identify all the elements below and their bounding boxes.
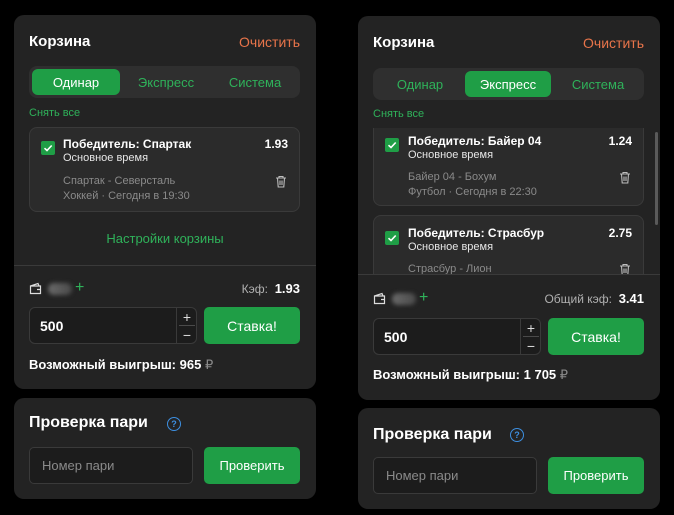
bet-odd: 2.75	[608, 226, 632, 240]
trash-icon[interactable]	[275, 175, 287, 188]
tab-single[interactable]: Одинар	[32, 69, 120, 95]
left-cart-panel: Корзина Очистить Одинар Экспресс Система…	[14, 15, 316, 389]
check-bet-button[interactable]: Проверить	[204, 447, 300, 484]
check-bet-button[interactable]: Проверить	[548, 457, 644, 494]
decrement-button[interactable]: −	[521, 337, 541, 354]
divider	[358, 274, 660, 275]
bet-type-tabs: Одинар Экспресс Система	[29, 66, 300, 98]
bet-check-title: Проверка пари	[373, 426, 492, 443]
tab-system[interactable]: Система	[554, 71, 642, 97]
place-bet-button[interactable]: Ставка!	[204, 307, 300, 344]
tab-system[interactable]: Система	[211, 69, 299, 95]
checkmark-icon	[43, 144, 53, 152]
plus-icon[interactable]: +	[419, 290, 428, 306]
bet-outcome: Победитель: Байер 04	[408, 134, 542, 148]
right-cart-panel: Корзина Очистить Одинар Экспресс Система…	[358, 16, 660, 400]
bet-event-info: Футбол · Сегодня в 22:30	[408, 186, 537, 198]
bet-card: Победитель: Страсбур Основное время 2.75…	[373, 215, 644, 274]
trash-icon[interactable]	[619, 263, 631, 274]
bet-number-input[interactable]: Номер пари	[373, 457, 537, 494]
wallet-icon	[373, 292, 386, 305]
divider	[14, 265, 316, 266]
stake-input[interactable]: 500 + −	[373, 318, 541, 355]
cart-title: Корзина	[373, 34, 435, 51]
bet-check-title: Проверка пари	[29, 414, 148, 431]
coef-label: Кэф:	[241, 282, 268, 296]
clear-cart-link[interactable]: Очистить	[239, 34, 300, 50]
currency-sign: ₽	[204, 357, 214, 372]
tab-express[interactable]: Экспресс	[465, 71, 551, 97]
info-icon[interactable]: ?	[167, 417, 181, 431]
bet-checkbox[interactable]	[385, 138, 399, 152]
currency-sign: ₽	[559, 367, 569, 382]
decrement-button[interactable]: −	[177, 326, 197, 343]
bets-scroll-area[interactable]: Победитель: Байер 04 Основное время 1.24…	[358, 128, 660, 274]
increment-button[interactable]: +	[177, 308, 197, 325]
coef-value: 1.93	[274, 281, 300, 296]
scrollbar[interactable]	[655, 132, 658, 225]
stake-input[interactable]: 500 + −	[29, 307, 197, 344]
place-bet-button[interactable]: Ставка!	[548, 318, 644, 355]
info-icon[interactable]: ?	[510, 428, 524, 442]
wallet-icon	[29, 282, 42, 295]
bet-number-placeholder: Номер пари	[386, 468, 459, 483]
trash-icon[interactable]	[619, 171, 631, 184]
bet-number-placeholder: Номер пари	[42, 458, 115, 473]
bet-odd: 1.93	[264, 137, 288, 151]
coef-value: 3.41	[618, 291, 644, 306]
checkmark-icon	[387, 141, 397, 149]
bet-number-input[interactable]: Номер пари	[29, 447, 193, 484]
left-check-panel: Проверка пари ? Номер пари Проверить	[14, 398, 316, 499]
balance-hidden	[48, 283, 72, 295]
bet-checkbox[interactable]	[385, 231, 399, 245]
possible-win-label: Возможный выигрыш:	[29, 357, 176, 372]
bet-type-tabs: Одинар Экспресс Система	[373, 68, 644, 100]
stake-value: 500	[384, 329, 408, 345]
unselect-all-link[interactable]: Снять все	[373, 108, 424, 120]
bet-event-info: Хоккей · Сегодня в 19:30	[63, 190, 190, 202]
stake-stepper: + −	[520, 319, 540, 354]
bet-period: Основное время	[408, 241, 494, 253]
bet-checkbox[interactable]	[41, 141, 55, 155]
increment-button[interactable]: +	[521, 319, 541, 336]
plus-icon[interactable]: +	[75, 280, 84, 296]
possible-win-label: Возможный выигрыш:	[373, 367, 520, 382]
tab-single[interactable]: Одинар	[376, 71, 464, 97]
bet-card: Победитель: Спартак Основное время 1.93 …	[29, 127, 300, 212]
possible-win-value: 965	[179, 357, 202, 372]
bet-event: Страсбур - Лион	[408, 263, 492, 274]
bet-event: Байер 04 - Бохум	[408, 171, 497, 183]
bet-odd: 1.24	[608, 134, 632, 148]
right-check-panel: Проверка пари ? Номер пари Проверить	[358, 408, 660, 509]
possible-win: Возможный выигрыш: 1 705 ₽	[373, 367, 568, 383]
bet-event: Спартак - Северсталь	[63, 175, 176, 187]
checkmark-icon	[387, 234, 397, 242]
stake-stepper: + −	[176, 308, 196, 343]
coef-label: Общий кэф:	[544, 292, 612, 306]
bet-period: Основное время	[63, 152, 149, 164]
bet-card: Победитель: Байер 04 Основное время 1.24…	[373, 128, 644, 206]
bet-period: Основное время	[408, 149, 494, 161]
cart-title: Корзина	[29, 33, 91, 50]
possible-win-value: 1 705	[523, 367, 557, 382]
possible-win: Возможный выигрыш: 965 ₽	[29, 357, 213, 373]
tab-express[interactable]: Экспресс	[122, 69, 210, 95]
bet-outcome: Победитель: Страсбур	[408, 226, 545, 240]
balance-hidden	[392, 293, 416, 305]
stake-value: 500	[40, 318, 64, 334]
unselect-all-link[interactable]: Снять все	[29, 107, 80, 119]
cart-settings-link[interactable]: Настройки корзины	[14, 231, 316, 246]
clear-cart-link[interactable]: Очистить	[583, 35, 644, 51]
bet-outcome: Победитель: Спартак	[63, 137, 192, 151]
